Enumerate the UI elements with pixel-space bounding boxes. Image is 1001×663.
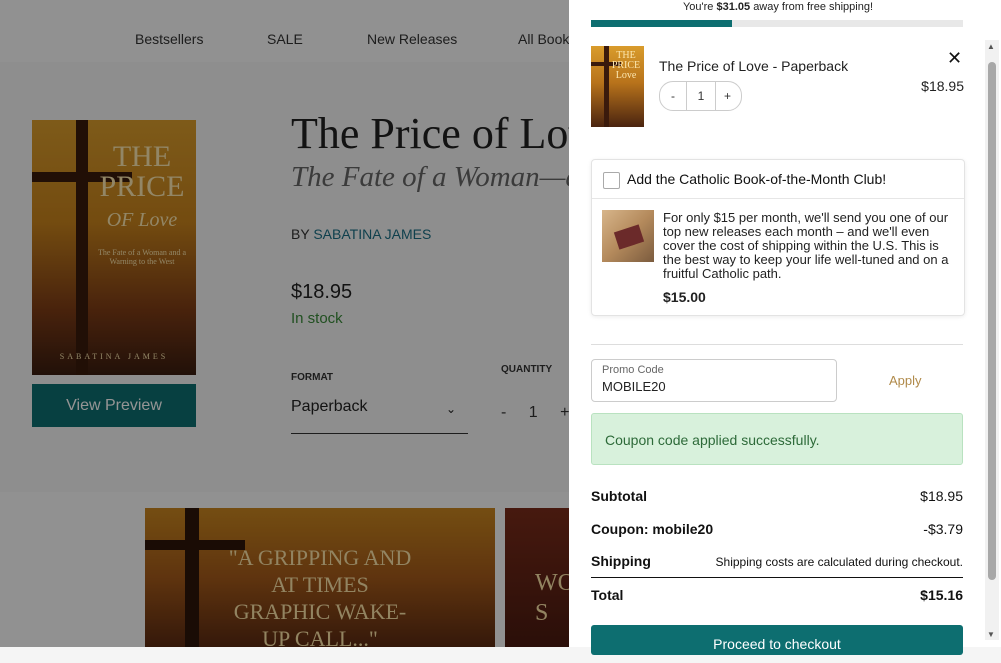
scroll-down-arrow-icon[interactable]: ▼ (987, 630, 995, 639)
thumb-title: THE PRICE Love (611, 50, 641, 81)
cart-drawer: You're $31.05 away from free shipping! T… (569, 0, 1001, 655)
subtotal-label: Subtotal (591, 488, 647, 504)
cart-quantity-stepper[interactable]: - 1 + (659, 81, 742, 111)
shipping-msg-suffix: away from free shipping! (753, 1, 874, 13)
apply-button[interactable]: Apply (889, 373, 922, 388)
cart-qty-minus-button[interactable]: - (660, 82, 686, 110)
coupon-success-text: Coupon code applied successfully. (605, 432, 820, 448)
cart-item-name[interactable]: The Price of Love - Paperback (659, 58, 848, 74)
shipping-msg-amount: $31.05 (716, 1, 751, 13)
cart-item-thumbnail[interactable]: THE PRICE Love (591, 46, 644, 127)
total-divider (591, 577, 963, 578)
total-value: $15.16 (920, 587, 963, 603)
book-club-heading[interactable]: Add the Catholic Book-of-the-Month Club! (627, 171, 886, 187)
book-club-image (602, 210, 654, 262)
close-icon[interactable]: ✕ (947, 48, 962, 69)
book-club-checkbox[interactable] (603, 172, 620, 189)
book-club-description: For only $15 per month, we'll send you o… (663, 210, 949, 281)
book-club-offer: Add the Catholic Book-of-the-Month Club!… (591, 159, 965, 316)
cart-qty-plus-button[interactable]: + (714, 82, 741, 110)
promo-code-field[interactable]: Promo Code (591, 359, 837, 402)
cart-qty-value[interactable]: 1 (686, 82, 716, 110)
promo-code-input[interactable] (602, 379, 822, 394)
total-label: Total (591, 587, 624, 603)
scrollbar-thumb[interactable] (988, 62, 996, 580)
book-club-header[interactable]: Add the Catholic Book-of-the-Month Club! (592, 160, 964, 199)
free-shipping-message: You're $31.05 away from free shipping! (569, 1, 987, 13)
coupon-success-alert: Coupon code applied successfully. (591, 413, 963, 465)
free-shipping-progress (591, 20, 963, 27)
modal-overlay[interactable] (0, 0, 569, 647)
book-club-price: $15.00 (663, 289, 706, 305)
coupon-label: Coupon: mobile20 (591, 521, 714, 537)
coupon-value: -$3.79 (923, 521, 963, 537)
proceed-to-checkout-button[interactable]: Proceed to checkout (591, 625, 963, 655)
free-shipping-progress-fill (591, 20, 733, 27)
shipping-msg-prefix: You're (682, 1, 714, 13)
book-club-image-book (613, 224, 645, 250)
cart-item-price: $18.95 (921, 78, 964, 94)
subtotal-value: $18.95 (920, 488, 963, 504)
shipping-value: Shipping costs are calculated during che… (715, 555, 963, 569)
divider (591, 344, 963, 345)
shipping-label: Shipping (591, 553, 651, 569)
promo-code-label: Promo Code (602, 364, 664, 376)
scroll-up-arrow-icon[interactable]: ▲ (987, 42, 995, 51)
